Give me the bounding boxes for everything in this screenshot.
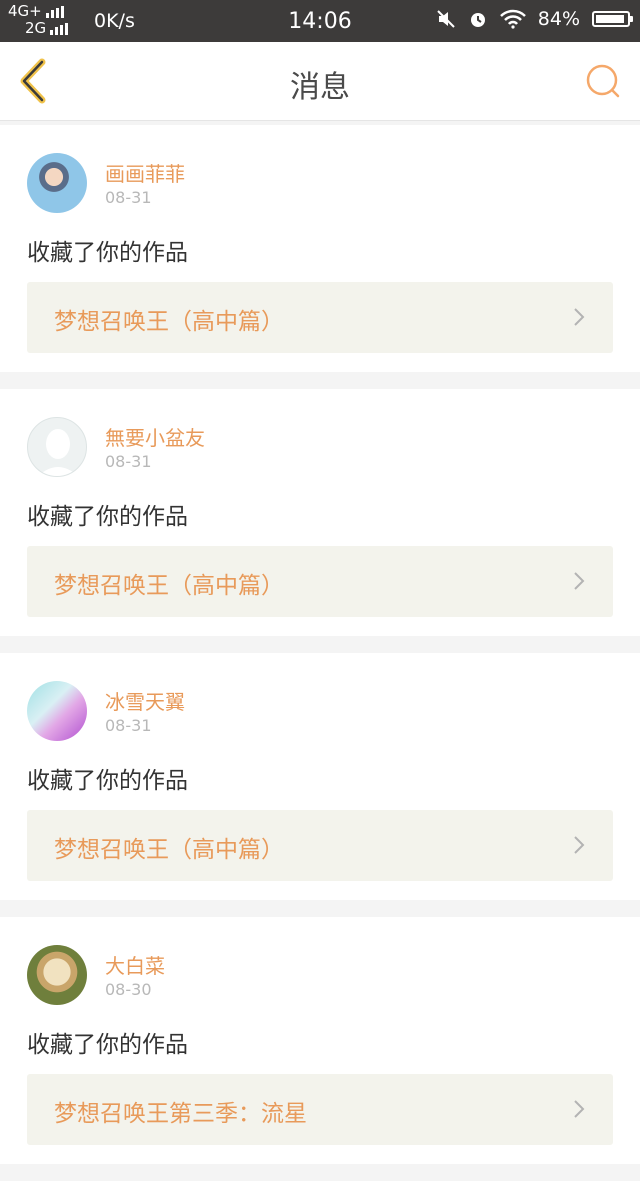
battery-icon <box>592 11 633 27</box>
username[interactable]: 冰雪天翼 <box>105 686 185 715</box>
message-date: 08-31 <box>105 716 152 735</box>
default-user-icon <box>38 429 78 476</box>
work-link[interactable]: 梦想召唤王（高中篇） <box>27 282 613 353</box>
work-title: 梦想召唤王（高中篇） <box>54 837 284 863</box>
message-date: 08-31 <box>105 188 152 207</box>
work-title: 梦想召唤王第三季：流星 <box>54 1101 307 1127</box>
message-action: 收藏了你的作品 <box>27 240 188 266</box>
username[interactable]: 無要小盆友 <box>105 422 205 451</box>
message-action: 收藏了你的作品 <box>27 1032 188 1058</box>
mute-icon <box>437 10 455 28</box>
avatar[interactable] <box>27 153 87 213</box>
message-date: 08-30 <box>105 980 152 999</box>
avatar[interactable] <box>27 681 87 741</box>
work-link[interactable]: 梦想召唤王（高中篇） <box>27 546 613 617</box>
status-bar: 4G+ 2G 0K/s 14:06 84% <box>0 0 640 42</box>
message-card: 冰雪天翼 08-31 收藏了你的作品 梦想召唤王（高中篇） <box>0 653 640 900</box>
work-link[interactable]: 梦想召唤王（高中篇） <box>27 810 613 881</box>
message-card: 画画菲菲 08-31 收藏了你的作品 梦想召唤王（高中篇） <box>0 125 640 372</box>
message-card: 無要小盆友 08-31 收藏了你的作品 梦想召唤王（高中篇） <box>0 389 640 636</box>
message-list: 画画菲菲 08-31 收藏了你的作品 梦想召唤王（高中篇） 無要小盆友 08-3… <box>0 125 640 1181</box>
wifi-icon <box>499 9 526 29</box>
chevron-right-icon <box>574 836 585 854</box>
chevron-right-icon <box>574 1100 585 1118</box>
work-title: 梦想召唤王（高中篇） <box>54 309 284 335</box>
work-title: 梦想召唤王（高中篇） <box>54 573 284 599</box>
work-link[interactable]: 梦想召唤王第三季：流星 <box>27 1074 613 1145</box>
alarm-icon <box>470 13 485 27</box>
message-card: 大白菜 08-30 收藏了你的作品 梦想召唤王第三季：流星 <box>0 917 640 1164</box>
username[interactable]: 大白菜 <box>105 950 165 979</box>
page-title: 消息 <box>290 70 350 105</box>
message-action: 收藏了你的作品 <box>27 768 188 794</box>
message-date: 08-31 <box>105 452 152 471</box>
search-icon[interactable] <box>584 62 624 102</box>
username[interactable]: 画画菲菲 <box>105 158 185 187</box>
message-action: 收藏了你的作品 <box>27 504 188 530</box>
nav-bar: 消息 <box>0 42 640 121</box>
chevron-right-icon <box>574 572 585 590</box>
chevron-right-icon <box>574 308 585 326</box>
battery-percent: 84% <box>537 8 580 30</box>
avatar[interactable] <box>27 945 87 1005</box>
avatar[interactable] <box>27 417 87 477</box>
